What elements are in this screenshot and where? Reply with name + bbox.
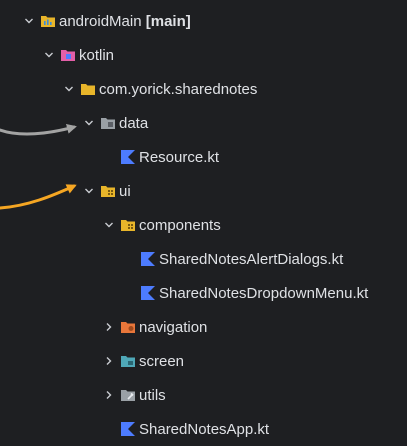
kotlin-file-icon	[140, 285, 156, 301]
chevron-down-icon[interactable]	[62, 82, 76, 96]
tree-node-label: SharedNotesApp.kt	[139, 420, 270, 438]
tree-node-label: data	[119, 114, 149, 132]
module-folder-icon	[40, 13, 56, 29]
data-folder-icon	[100, 115, 116, 131]
tree-node-resource-kt[interactable]: Resource.kt	[0, 140, 407, 174]
kotlin-file-icon	[140, 251, 156, 267]
tree-node-label: utils	[139, 386, 166, 404]
tree-node-kotlin[interactable]: kotlin	[0, 38, 407, 72]
tree-node-label: components	[139, 216, 221, 234]
tree-node-androidMain[interactable]: androidMain [main]	[0, 4, 407, 38]
tree-node-label: com.yorick.sharednotes	[99, 80, 258, 98]
tree-node-screen[interactable]: screen	[0, 344, 407, 378]
tree-node-ui[interactable]: ui	[0, 174, 407, 208]
tree-node-label: SharedNotesDropdownMenu.kt	[159, 284, 369, 302]
chevron-right-icon[interactable]	[102, 354, 116, 368]
tree-node-dropdown-menu-kt[interactable]: SharedNotesDropdownMenu.kt	[0, 276, 407, 310]
source-set-tag: [main]	[141, 12, 191, 30]
screen-folder-icon	[120, 353, 136, 369]
chevron-down-icon[interactable]	[22, 14, 36, 28]
tree-node-label: SharedNotesAlertDialogs.kt	[159, 250, 344, 268]
tree-node-components[interactable]: components	[0, 208, 407, 242]
kotlin-file-icon	[120, 149, 136, 165]
chevron-down-icon[interactable]	[102, 218, 116, 232]
tree-node-utils[interactable]: utils	[0, 378, 407, 412]
ui-folder-icon	[100, 183, 116, 199]
tree-node-app-kt[interactable]: SharedNotesApp.kt	[0, 412, 407, 446]
tree-node-navigation[interactable]: navigation	[0, 310, 407, 344]
utils-folder-icon	[120, 387, 136, 403]
tree-node-label: screen	[139, 352, 185, 370]
chevron-right-icon[interactable]	[102, 388, 116, 402]
tree-node-label: androidMain [main]	[59, 12, 191, 30]
navigation-folder-icon	[120, 319, 136, 335]
chevron-down-icon[interactable]	[82, 184, 96, 198]
chevron-right-icon[interactable]	[102, 320, 116, 334]
package-folder-icon	[80, 81, 96, 97]
chevron-down-icon[interactable]	[82, 116, 96, 130]
tree-node-label: ui	[119, 182, 131, 200]
tree-node-alert-dialogs-kt[interactable]: SharedNotesAlertDialogs.kt	[0, 242, 407, 276]
source-folder-icon	[60, 47, 76, 63]
chevron-down-icon[interactable]	[42, 48, 56, 62]
tree-node-package-root[interactable]: com.yorick.sharednotes	[0, 72, 407, 106]
ui-folder-icon	[120, 217, 136, 233]
tree-node-data[interactable]: data	[0, 106, 407, 140]
tree-node-label: navigation	[139, 318, 208, 336]
project-tree: androidMain [main] kotlin com.yorick.share…	[0, 0, 407, 444]
tree-node-label: Resource.kt	[139, 148, 220, 166]
kotlin-file-icon	[120, 421, 136, 437]
tree-node-label: kotlin	[79, 46, 115, 64]
